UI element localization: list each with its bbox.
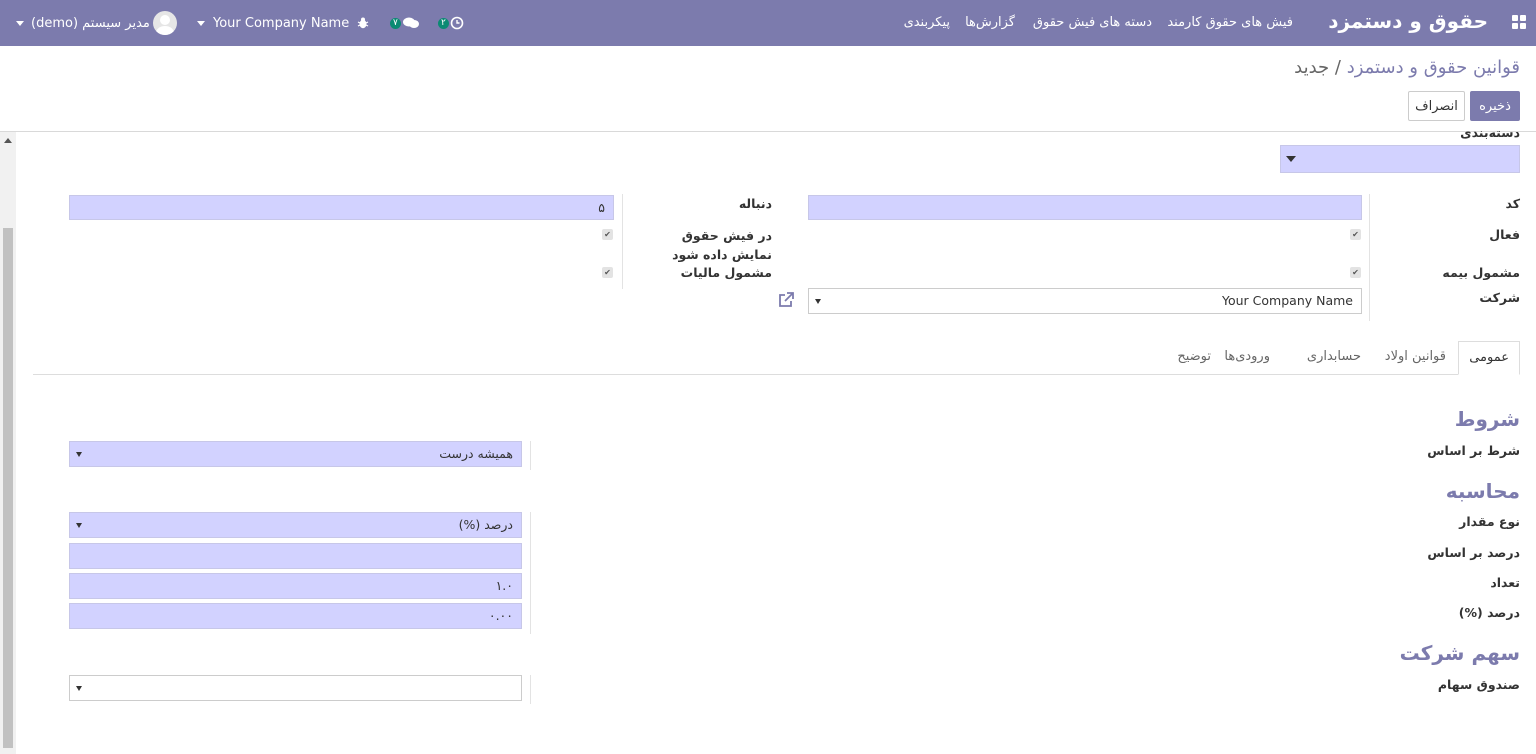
top-navbar: حقوق و دستمزد فیش های حقوق کارمند دسته ه… (0, 0, 1536, 46)
condition-based-on-value: همیشه درست (439, 446, 513, 461)
tab-general[interactable]: عمومی (1458, 341, 1520, 375)
scrollbar-thumb[interactable] (3, 228, 13, 748)
active-label: فعال (1489, 227, 1520, 242)
tax-label: مشمول مالیات (680, 265, 772, 280)
company-value: Your Company Name (1222, 293, 1353, 308)
dropdown-caret-icon (76, 686, 82, 691)
category-select[interactable] (1280, 145, 1520, 173)
company-contribution-section-title: سهم شرکت (1399, 641, 1520, 665)
breadcrumb: قوانین حقوق و دستمزد / جدید (1294, 57, 1520, 78)
dropdown-caret-icon (76, 523, 82, 528)
condition-based-on-select[interactable]: همیشه درست (69, 441, 522, 467)
insurance-label: مشمول بیمه (1442, 265, 1520, 280)
company-select[interactable]: Your Company Name (808, 288, 1362, 314)
user-menu[interactable]: مدیر سیستم (demo) (16, 0, 177, 46)
activity-badge: ۲ (438, 17, 449, 29)
quantity-input[interactable]: ۱.۰ (69, 573, 522, 599)
apps-grid-icon[interactable] (1512, 15, 1526, 29)
percentage-label: درصد (%) (1458, 605, 1520, 620)
clock-icon (450, 16, 464, 30)
breadcrumb-current: جدید (1294, 57, 1330, 78)
company-switcher[interactable]: Your Company Name (197, 0, 349, 46)
breadcrumb-parent[interactable]: قوانین حقوق و دستمزد (1347, 57, 1520, 78)
control-panel-divider (0, 131, 1536, 132)
condition-based-on-label: شرط بر اساس (1427, 443, 1520, 458)
appears-on-payslip-label: در فیش حقوق نمایش داده شود (672, 228, 772, 262)
code-input[interactable] (808, 195, 1362, 220)
amount-type-label: نوع مقدار (1459, 514, 1520, 529)
app-title[interactable]: حقوق و دستمزد (1328, 9, 1488, 33)
menu-payslip-batches[interactable]: دسته های فیش حقوق (1033, 15, 1152, 30)
menu-employee-payslips[interactable]: فیش های حقوق کارمند (1167, 15, 1293, 30)
menu-reports[interactable]: گزارش‌ها (965, 15, 1015, 30)
contribution-register-label: صندوق سهام (1437, 677, 1520, 692)
menu-configuration[interactable]: پیکربندی (904, 15, 950, 30)
category-label: دسته‌بندی (1460, 125, 1520, 140)
computation-section-title: محاسبه (1445, 479, 1520, 503)
tab-inputs[interactable]: ورودی‌ها (1214, 341, 1280, 375)
field-separator (530, 441, 531, 470)
dropdown-caret-icon (815, 299, 821, 304)
conditions-section-title: شروط (1454, 407, 1520, 431)
external-link-icon[interactable] (777, 291, 795, 309)
messaging-menu[interactable]: ۷ (390, 0, 420, 46)
chat-bubbles-icon (402, 17, 419, 28)
percentage-input[interactable]: ۰.۰۰ (69, 603, 522, 629)
quantity-label: تعداد (1490, 575, 1520, 590)
breadcrumb-separator: / (1329, 57, 1347, 78)
bug-icon (357, 17, 369, 29)
tab-child-rules[interactable]: قوانین اولاد (1375, 341, 1456, 375)
amount-type-select[interactable]: درصد (%) (69, 512, 522, 538)
discard-button[interactable]: انصراف (1408, 91, 1465, 121)
dropdown-caret-icon (76, 452, 82, 457)
activity-menu[interactable]: ۲ (438, 0, 464, 46)
field-separator (530, 675, 531, 704)
tax-checkbox[interactable]: ✔ (602, 267, 613, 278)
field-separator (530, 512, 531, 634)
sequence-label: دنباله (738, 196, 772, 211)
avatar (152, 11, 177, 35)
messages-badge: ۷ (390, 17, 401, 29)
code-label: کد (1505, 196, 1521, 211)
active-checkbox[interactable]: ✔ (1350, 229, 1361, 240)
field-separator (1369, 194, 1370, 321)
scrollbar[interactable] (0, 132, 16, 754)
user-name: مدیر سیستم (demo) (31, 15, 150, 31)
percentage-based-on-label: درصد بر اساس (1427, 545, 1520, 560)
percentage-based-on-input[interactable] (69, 543, 522, 569)
dropdown-caret-icon (1286, 156, 1296, 162)
tab-description[interactable]: توضیح (1167, 341, 1221, 375)
contribution-register-select[interactable] (69, 675, 522, 701)
debug-menu[interactable] (356, 0, 370, 46)
company-switcher-label: Your Company Name (213, 15, 350, 31)
save-button[interactable]: ذخیره (1470, 91, 1520, 121)
amount-type-value: درصد (%) (458, 517, 513, 532)
tab-accounting[interactable]: حسابداری (1297, 341, 1371, 375)
field-separator (622, 194, 623, 289)
sequence-input[interactable]: ۵ (69, 195, 614, 220)
chevron-down-icon (197, 20, 205, 26)
chevron-down-icon (16, 20, 24, 26)
appears-on-payslip-checkbox[interactable]: ✔ (602, 229, 613, 240)
insurance-checkbox[interactable]: ✔ (1350, 267, 1361, 278)
company-label: شرکت (1479, 290, 1520, 305)
scroll-up-arrow-icon[interactable] (4, 138, 12, 143)
